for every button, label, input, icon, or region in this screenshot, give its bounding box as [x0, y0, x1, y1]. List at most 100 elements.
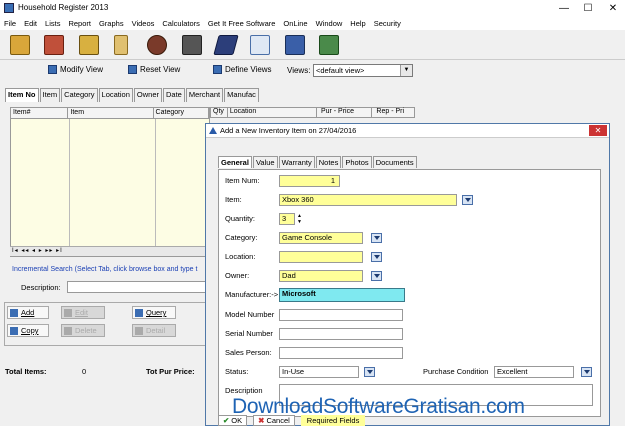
edit-button[interactable]: Edit — [61, 306, 105, 319]
close-button[interactable]: ✕ — [602, 0, 624, 17]
serial-number-label: Serial Number — [225, 329, 273, 338]
category-dropdown-button[interactable] — [371, 233, 382, 243]
model-number-field[interactable] — [279, 309, 403, 321]
description-input[interactable] — [67, 281, 212, 293]
save-icon[interactable] — [285, 35, 305, 55]
modify-view-button[interactable]: Modify View — [48, 65, 103, 74]
reset-view-button[interactable]: Reset View — [128, 65, 180, 74]
col-item[interactable]: Item — [68, 108, 154, 118]
edit-icon — [64, 308, 72, 317]
tab-date[interactable]: Date — [163, 88, 185, 102]
col-item-num[interactable]: Item# — [11, 108, 69, 118]
grid-header-right: Qty Location Pur - Price Rep - Pri — [210, 107, 415, 118]
tab-documents[interactable]: Documents — [372, 156, 417, 168]
menu-videos[interactable]: Videos — [128, 17, 159, 30]
tab-location[interactable]: Location — [98, 88, 133, 102]
category-field[interactable]: Game Console — [279, 232, 363, 244]
window-icon[interactable] — [250, 35, 270, 55]
manufacturer-field[interactable]: Microsoft — [279, 288, 405, 302]
tab-general[interactable]: General — [218, 156, 252, 168]
reset-view-icon — [128, 65, 137, 74]
tab-item[interactable]: Item — [39, 88, 61, 102]
col-qty[interactable]: Qty — [211, 108, 228, 117]
grid-divider — [69, 119, 70, 247]
menu-file[interactable]: File — [0, 17, 20, 30]
col-category[interactable]: Category — [154, 108, 209, 118]
menu-graphs[interactable]: Graphs — [95, 17, 128, 30]
menu-security[interactable]: Security — [370, 17, 405, 30]
boxes-icon[interactable] — [79, 35, 99, 55]
tab-manufac[interactable]: Manufac — [224, 88, 259, 102]
delete-button[interactable]: Delete — [61, 324, 105, 337]
quantity-field[interactable]: 3 — [279, 213, 295, 225]
tab-merchant[interactable]: Merchant — [185, 88, 224, 102]
col-pur-price[interactable]: Pur - Price — [317, 108, 373, 117]
col-rep-price[interactable]: Rep - Pri — [372, 108, 414, 117]
copy-button[interactable]: Copy — [7, 324, 49, 337]
status-field[interactable]: In-Use — [279, 366, 359, 378]
define-views-button[interactable]: Define Views — [213, 65, 272, 74]
clipboard-icon[interactable] — [10, 35, 30, 55]
book-icon[interactable] — [114, 35, 128, 55]
item-num-field[interactable]: 1 — [279, 175, 340, 187]
description-field-label: Description — [225, 386, 263, 395]
exit-icon[interactable] — [319, 35, 339, 55]
add-button[interactable]: Add — [7, 306, 49, 319]
owner-dropdown-button[interactable] — [371, 271, 382, 281]
serial-number-field[interactable] — [279, 328, 403, 340]
tab-owner[interactable]: Owner — [133, 88, 162, 102]
menu-window[interactable]: Window — [312, 17, 347, 30]
tab-photos[interactable]: Photos — [342, 156, 372, 168]
owner-field[interactable]: Dad — [279, 270, 363, 282]
item-field[interactable]: Xbox 360 — [279, 194, 457, 206]
model-number-label: Model Number — [225, 310, 275, 319]
status-dropdown-button[interactable] — [364, 367, 375, 377]
quantity-stepper[interactable]: ▲ ▼ — [296, 213, 303, 225]
sales-person-field[interactable] — [279, 347, 403, 359]
house-icon[interactable] — [44, 35, 64, 55]
copy-label: Copy — [21, 326, 39, 335]
location-field[interactable] — [279, 251, 363, 263]
grid-divider — [155, 119, 156, 247]
notepad-icon[interactable] — [213, 35, 239, 55]
maximize-button[interactable]: ☐ — [577, 0, 599, 17]
tab-value[interactable]: Value — [252, 156, 278, 168]
purchase-condition-dropdown-button[interactable] — [581, 367, 592, 377]
tab-warranty[interactable]: Warranty — [278, 156, 315, 168]
menu-calculators[interactable]: Calculators — [158, 17, 204, 30]
query-button[interactable]: Query — [132, 306, 176, 319]
purchase-condition-field[interactable]: Excellent — [494, 366, 574, 378]
sales-person-label: Sales Person: — [225, 348, 272, 357]
menu-help[interactable]: Help — [346, 17, 369, 30]
views-select[interactable]: <default view> ▼ — [313, 64, 413, 77]
dialog-title-bar: Add a New Inventory Item on 27/04/2016 ✕ — [206, 124, 609, 138]
incremental-search-hint: Incremental Search (Select Tab, click br… — [12, 266, 198, 273]
menu-report[interactable]: Report — [64, 17, 95, 30]
dialog-close-button[interactable]: ✕ — [589, 125, 607, 136]
description-label: Description: — [21, 283, 61, 292]
menu-online[interactable]: OnLine — [279, 17, 311, 30]
manufacturer-label[interactable]: Manufacturer:-> — [225, 290, 278, 299]
tab-item-no[interactable]: Item No — [5, 88, 39, 102]
quantity-label: Quantity: — [225, 214, 256, 223]
detail-button[interactable]: Detail — [132, 324, 176, 337]
total-pur-price-label: Tot Pur Price: — [146, 367, 195, 376]
tab-notes[interactable]: Notes — [315, 156, 342, 168]
item-dropdown-button[interactable] — [462, 195, 473, 205]
col-location[interactable]: Location — [228, 108, 317, 117]
projector-icon[interactable] — [182, 35, 202, 55]
tab-category[interactable]: Category — [61, 88, 98, 102]
grid-navigator[interactable]: I◂ ◂◂ ◂ ▸ ▸▸ ▸I — [10, 246, 210, 256]
grid-body — [11, 119, 209, 247]
minimize-button[interactable]: — — [553, 0, 575, 17]
menu-get-it-free[interactable]: Get It Free Software — [204, 17, 280, 30]
dialog-title: Add a New Inventory Item on 27/04/2016 — [220, 126, 357, 135]
inventory-grid[interactable]: Item# Item Category — [10, 107, 210, 257]
people-icon[interactable] — [147, 35, 167, 55]
menu-lists[interactable]: Lists — [41, 17, 64, 30]
menu-edit[interactable]: Edit — [20, 17, 41, 30]
location-dropdown-button[interactable] — [371, 252, 382, 262]
reset-view-label: Reset View — [140, 65, 181, 74]
delete-icon — [64, 326, 72, 335]
total-items-label: Total Items: — [5, 367, 47, 376]
